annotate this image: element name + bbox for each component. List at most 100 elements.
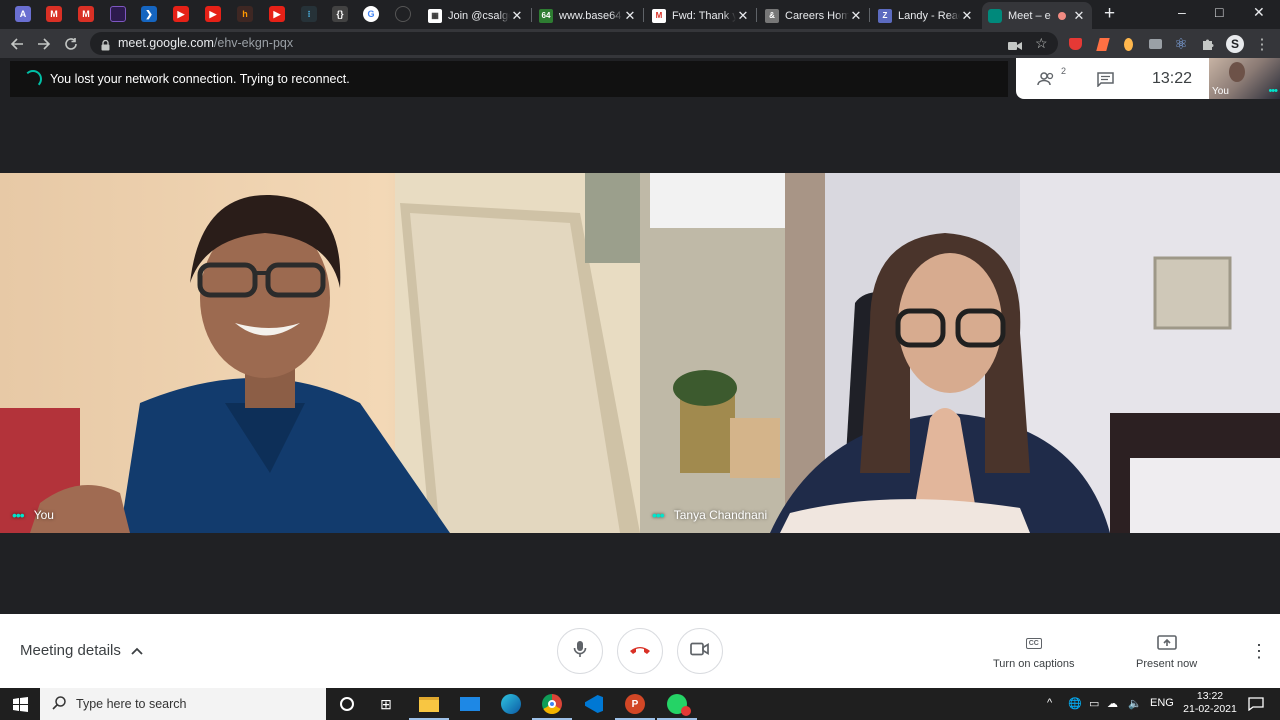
extension-camera-icon[interactable] [1144, 33, 1166, 55]
participant-count: 2 [1061, 66, 1067, 76]
meet-stage: You lost your network connection. Trying… [0, 58, 1280, 614]
end-call-button[interactable] [617, 628, 663, 674]
people-icon[interactable] [1036, 68, 1058, 90]
pinned-tab-app-icon[interactable]: h [237, 6, 253, 22]
back-arrow-icon[interactable] [6, 33, 28, 55]
language-indicator[interactable]: ENG [1150, 697, 1174, 709]
chevron-up-icon [131, 642, 143, 659]
address-bar[interactable]: meet.google.com/ehv-ekgn-pqx ☆ [90, 32, 1058, 55]
mail-icon[interactable] [458, 692, 482, 716]
participant-tile-tanya-chandnani[interactable]: ••• Tanya Chandnani [640, 173, 1280, 533]
tab-close-icon[interactable]: ✕ [1072, 8, 1086, 24]
browser-tab[interactable]: & Careers Hom ✕ [759, 2, 869, 29]
pinned-tab-gmail-icon[interactable]: M [46, 6, 62, 22]
whatsapp-icon[interactable] [657, 692, 697, 720]
extension-react-icon[interactable]: ⚛ [1170, 33, 1192, 55]
camera-in-use-icon[interactable] [1008, 38, 1022, 56]
participant-name-label: You [33, 508, 54, 522]
tab-favicon-icon: Z [878, 8, 892, 23]
pinned-tab-youtube-icon[interactable]: ▶ [205, 6, 221, 22]
minimize-button[interactable]: – [1178, 4, 1186, 20]
volume-icon[interactable]: 🔈 [1128, 697, 1142, 710]
extension-icon[interactable] [1117, 33, 1139, 55]
notifications-icon[interactable] [1244, 692, 1268, 716]
browser-tab[interactable]: ▦ Join @csalgo ✕ [422, 2, 530, 29]
tab-favicon-icon: & [765, 8, 779, 23]
browser-menu-icon[interactable]: ⋮ [1251, 33, 1273, 55]
tab-close-icon[interactable]: ✕ [623, 8, 637, 24]
tab-favicon-meet-icon [988, 8, 1002, 23]
maximize-button[interactable]: □ [1215, 4, 1223, 20]
system-clock[interactable]: 13:22 21-02-2021 [1180, 690, 1240, 716]
edge-browser-icon[interactable] [499, 692, 523, 716]
chrome-browser-icon[interactable] [532, 692, 572, 720]
extensions-puzzle-icon[interactable] [1197, 33, 1219, 55]
pinned-tab-google-icon[interactable]: G [363, 6, 379, 22]
pinned-tab-youtube-icon[interactable]: ▶ [173, 6, 189, 22]
present-now-button[interactable]: Present now [1136, 632, 1197, 670]
browser-toolbar: meet.google.com/ehv-ekgn-pqx ☆ ⚛ S ⋮ [0, 29, 1280, 58]
close-window-button[interactable]: ✕ [1253, 4, 1265, 21]
pinned-tab-app-icon[interactable]: A [15, 6, 31, 22]
pinned-tab-github-icon[interactable] [395, 6, 411, 22]
self-view-menu-icon[interactable]: ••• [1268, 85, 1278, 97]
meet-top-panel: 2 13:22 [1016, 58, 1209, 99]
more-options-icon[interactable]: ⋮ [1250, 641, 1268, 662]
meeting-details-button[interactable]: Meeting details [20, 642, 143, 659]
pinned-tab-app-icon[interactable]: {} [332, 6, 348, 22]
extension-pocket-icon[interactable] [1064, 33, 1086, 55]
task-view-icon[interactable]: ⊞ [374, 692, 398, 716]
windows-start-icon[interactable] [8, 692, 32, 716]
taskbar-search-box[interactable]: Type here to search [40, 688, 326, 720]
camera-button[interactable] [677, 628, 723, 674]
pinned-tab-app-icon[interactable]: ❯ [141, 6, 157, 22]
participant-tile-you[interactable]: ••• You [0, 173, 640, 533]
browser-tab[interactable]: 64 www.base64 ✕ [533, 2, 643, 29]
battery-icon[interactable]: ▭ [1089, 697, 1099, 710]
network-globe-icon[interactable]: 🌐 [1068, 697, 1082, 710]
tab-separator [643, 8, 644, 22]
profile-avatar[interactable]: S [1224, 33, 1246, 55]
cc-glyph: CC [1025, 637, 1042, 649]
browser-tab[interactable]: M Fwd: Thank y ✕ [646, 2, 756, 29]
cortana-icon[interactable] [335, 692, 359, 716]
tab-close-icon[interactable]: ✕ [736, 8, 750, 24]
browser-tab-strip: A M M ❯ ▶ ▶ h ▶ ⁝ {} G ▦ Join @csalgo ✕ … [0, 0, 1280, 29]
reload-icon[interactable] [60, 33, 82, 55]
file-explorer-icon[interactable] [409, 692, 449, 720]
pinned-tab-youtube-icon[interactable]: ▶ [269, 6, 285, 22]
vscode-icon[interactable] [582, 692, 606, 716]
captions-button[interactable]: CC Turn on captions [993, 632, 1075, 670]
present-screen-icon [1156, 632, 1177, 654]
self-view-thumbnail[interactable]: You ••• [1209, 58, 1280, 99]
browser-tab-active[interactable]: Meet – e ✕ [982, 2, 1092, 29]
browser-tab[interactable]: Z Landy - Reac ✕ [872, 2, 980, 29]
forward-arrow-icon[interactable] [33, 33, 55, 55]
microphone-button[interactable] [557, 628, 603, 674]
url-path: /ehv-ekgn-pqx [213, 36, 294, 50]
pinned-tab-gmail-icon[interactable]: M [78, 6, 94, 22]
meeting-clock: 13:22 [1152, 70, 1193, 87]
pinned-tab-app-icon[interactable]: ⁝ [301, 6, 317, 22]
tab-close-icon[interactable]: ✕ [510, 8, 524, 24]
extension-icon[interactable] [1092, 33, 1114, 55]
chat-icon[interactable] [1094, 68, 1116, 90]
show-hidden-icons-chevron-icon[interactable]: ^ [1047, 697, 1052, 709]
self-view-label: You [1212, 86, 1229, 97]
bookmark-star-icon[interactable]: ☆ [1035, 35, 1048, 52]
loading-spinner-icon [24, 70, 42, 88]
url-text: meet.google.com/ehv-ekgn-pqx [118, 36, 293, 50]
pinned-tab-app-icon[interactable] [110, 6, 126, 22]
tab-title: Meet – e [1008, 9, 1051, 22]
tab-close-icon[interactable]: ✕ [960, 8, 974, 24]
tab-separator [869, 8, 870, 22]
tab-favicon-icon: 64 [539, 8, 553, 23]
tab-close-icon[interactable]: ✕ [849, 8, 863, 24]
new-tab-button[interactable]: + [1104, 3, 1115, 25]
tab-separator [756, 8, 757, 22]
search-icon [52, 695, 66, 713]
powerpoint-icon[interactable]: P [615, 692, 655, 720]
clock-time: 13:22 [1196, 690, 1224, 702]
onedrive-cloud-icon[interactable]: ☁ [1107, 697, 1118, 710]
tab-favicon-icon: ▦ [428, 8, 442, 23]
